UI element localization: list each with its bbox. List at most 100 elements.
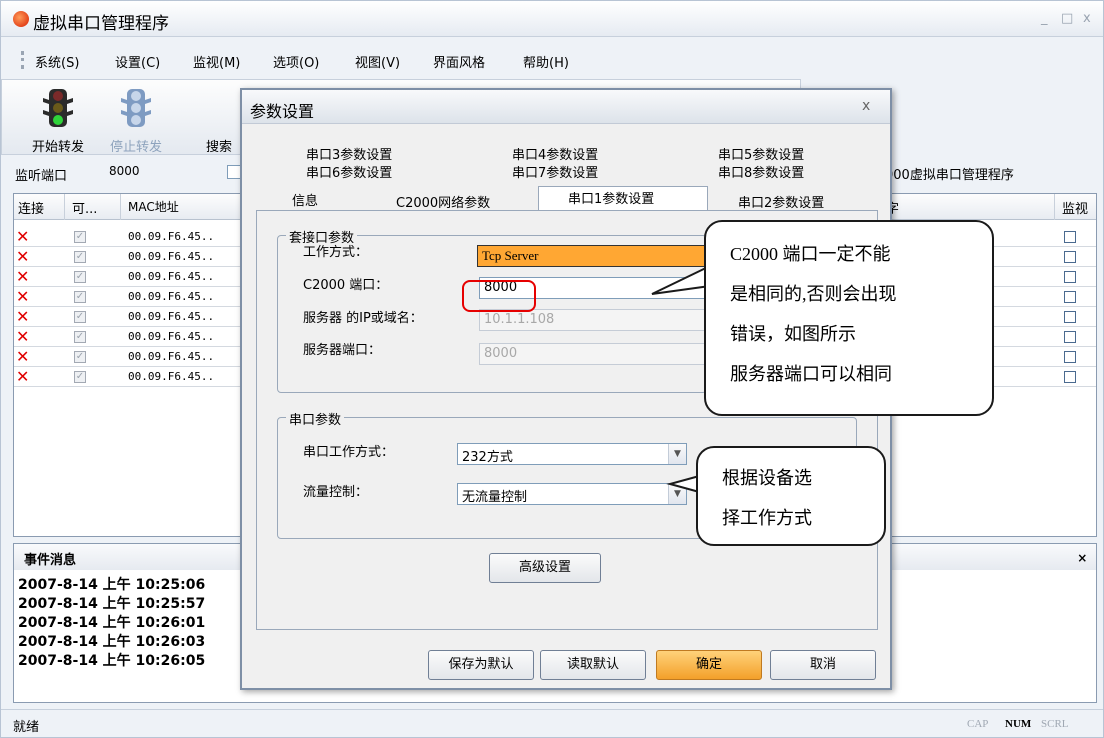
search-button[interactable]: 搜索	[186, 84, 242, 155]
menu-monitor[interactable]: 监视(M)	[193, 52, 240, 71]
listen-checkbox[interactable]	[227, 165, 241, 179]
tab-port5[interactable]: 串口5参数设置	[718, 144, 804, 163]
header-monitor[interactable]: 监视	[1062, 198, 1088, 217]
event-line: 2007-8-14 上午 10:26:01	[18, 615, 206, 631]
callout-text: 错误，如图所示	[730, 324, 856, 344]
traffic-light-green-icon	[43, 89, 73, 127]
menu-settings[interactable]: 设置(C)	[115, 52, 160, 71]
column-separator	[1054, 194, 1055, 220]
event-line: 2007-8-14 上午 10:25:06	[18, 577, 206, 593]
callout-text: C2000 端口一定不能	[730, 244, 891, 264]
mac-cell: 00.09.F6.45..	[128, 350, 215, 363]
dialog-title: 参数设置	[250, 102, 315, 121]
close-button[interactable]: x	[1083, 11, 1091, 26]
port-highlight-ring	[462, 280, 536, 312]
disconnected-x-icon: ✕	[16, 327, 30, 346]
monitor-checkbox[interactable]	[1064, 371, 1076, 383]
header-connect[interactable]: 连接	[18, 198, 44, 217]
chevron-down-icon: ▼	[668, 444, 686, 464]
tab-port1[interactable]: 串口1参数设置	[568, 188, 654, 207]
serial-mode-select[interactable]: 232方式 ▼	[457, 443, 687, 465]
callout-text: 是相同的,否则会出现	[730, 284, 897, 304]
monitor-checkbox[interactable]	[1064, 271, 1076, 283]
available-checkbox: ✓	[74, 331, 86, 343]
callout-text: 根据设备选	[722, 468, 812, 488]
disconnected-x-icon: ✕	[16, 347, 30, 366]
mac-cell: 00.09.F6.45..	[128, 370, 215, 383]
c2000-port-label: C2000 端口：	[303, 278, 389, 293]
num-indicator: NUM	[1005, 718, 1032, 730]
tab-port2[interactable]: 串口2参数设置	[738, 192, 824, 211]
menu-help[interactable]: 帮助(H)	[523, 52, 569, 71]
listen-port-input[interactable]: 8000	[109, 164, 140, 178]
flow-control-label: 流量控制：	[303, 485, 369, 500]
mac-cell: 00.09.F6.45..	[128, 330, 215, 343]
serial-mode-value: 232方式	[462, 450, 513, 465]
tab-port4[interactable]: 串口4参数设置	[512, 144, 598, 163]
status-bar: 就绪 CAP NUM SCRL	[1, 709, 1103, 737]
server-ip-label: 服务器 的IP或域名：	[303, 311, 423, 326]
flow-control-value: 无流量控制	[462, 490, 528, 505]
menu-style[interactable]: 界面风格	[433, 52, 485, 71]
title-bar: 虚拟串口管理程序 _ □ x	[1, 1, 1103, 37]
monitor-checkbox[interactable]	[1064, 291, 1076, 303]
column-separator	[64, 194, 65, 220]
menu-system[interactable]: 系统(S)	[35, 52, 79, 71]
event-line: 2007-8-14 上午 10:26:03	[18, 634, 206, 650]
callout-text: 服务器端口可以相同	[730, 364, 892, 384]
save-default-button[interactable]: 保存为默认	[428, 650, 534, 680]
monitor-checkbox[interactable]	[1064, 351, 1076, 363]
work-mode-label: 工作方式：	[303, 245, 369, 260]
server-ip-input[interactable]: 10.1.1.108	[479, 309, 707, 331]
column-separator	[120, 194, 121, 220]
tab-c2000-network[interactable]: C2000网络参数	[396, 192, 490, 211]
tab-port6[interactable]: 串口6参数设置	[306, 162, 392, 181]
start-forward-button[interactable]: 开始转发	[26, 84, 90, 155]
dialog-close-icon[interactable]: x	[862, 98, 870, 114]
header-available[interactable]: 可...	[72, 198, 97, 217]
available-checkbox: ✓	[74, 371, 86, 383]
menu-view[interactable]: 视图(V)	[355, 52, 400, 71]
available-checkbox: ✓	[74, 291, 86, 303]
tab-port8[interactable]: 串口8参数设置	[718, 162, 804, 181]
dialog-title-bar: 参数设置 x	[242, 90, 890, 124]
tab-port3[interactable]: 串口3参数设置	[306, 144, 392, 163]
pin-close-icon[interactable]: ᅟ ×	[1062, 549, 1087, 566]
menu-grip	[21, 51, 24, 69]
event-line: 2007-8-14 上午 10:26:05	[18, 653, 206, 669]
advanced-settings-button[interactable]: 高级设置	[489, 553, 601, 583]
header-mac[interactable]: MAC地址	[128, 198, 179, 215]
tab-port7[interactable]: 串口7参数设置	[512, 162, 598, 181]
disconnected-x-icon: ✕	[16, 267, 30, 286]
status-text: 就绪	[13, 720, 40, 735]
stop-forward-button[interactable]: 停止转发	[104, 84, 168, 155]
minimize-button[interactable]: _	[1041, 11, 1048, 26]
app-title: 虚拟串口管理程序	[33, 14, 169, 34]
mac-cell: 00.09.F6.45..	[128, 310, 215, 323]
mode-note-callout: 根据设备选 择工作方式	[696, 446, 886, 546]
load-default-button[interactable]: 读取默认	[540, 650, 646, 680]
available-checkbox: ✓	[74, 351, 86, 363]
available-checkbox: ✓	[74, 311, 86, 323]
caps-indicator: CAP	[967, 718, 989, 730]
flow-control-select[interactable]: 无流量控制 ▼	[457, 483, 687, 505]
stop-forward-label: 停止转发	[109, 140, 162, 155]
callout-text: 择工作方式	[722, 508, 812, 528]
event-line: 2007-8-14 上午 10:25:57	[18, 596, 206, 612]
tab-info[interactable]: 信息	[292, 190, 318, 209]
server-port-input[interactable]: 8000	[479, 343, 707, 365]
mac-cell: 00.09.F6.45..	[128, 270, 215, 283]
monitor-checkbox[interactable]	[1064, 251, 1076, 263]
serial-params-title: 串口参数	[286, 409, 345, 428]
start-forward-label: 开始转发	[31, 140, 84, 155]
available-checkbox: ✓	[74, 251, 86, 263]
maximize-button[interactable]: □	[1061, 11, 1073, 26]
monitor-checkbox[interactable]	[1064, 231, 1076, 243]
cancel-button[interactable]: 取消	[770, 650, 876, 680]
menu-options[interactable]: 选项(O)	[273, 52, 319, 71]
monitor-checkbox[interactable]	[1064, 331, 1076, 343]
disconnected-x-icon: ✕	[16, 307, 30, 326]
monitor-checkbox[interactable]	[1064, 311, 1076, 323]
serial-mode-label: 串口工作方式：	[303, 445, 395, 460]
ok-button[interactable]: 确定	[656, 650, 762, 680]
